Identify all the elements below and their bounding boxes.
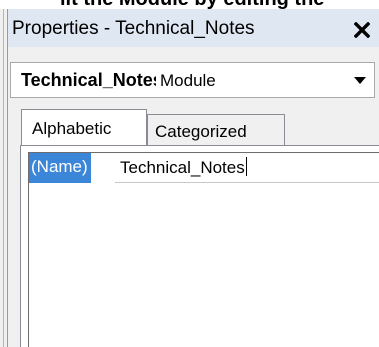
screenshot: lit the Module by editing the Properties… [0,0,379,347]
close-button[interactable] [350,18,374,42]
property-value-input[interactable]: Technical_Notes [115,153,379,183]
object-type: Module [160,71,216,90]
tab-categorized[interactable]: Categorized [147,114,285,145]
close-icon [354,22,370,38]
properties-window: Properties - Technical_Notes Technical_N… [8,9,379,347]
tab-alphabetic[interactable]: Alphabetic [21,109,147,145]
background-document-strip: lit the Module by editing the [0,0,379,9]
window-title: Properties - Technical_Notes [12,18,255,39]
text-caret [245,157,247,176]
title-bar[interactable]: Properties - Technical_Notes [8,9,379,47]
dropdown-arrow-icon[interactable] [354,77,366,84]
object-selector[interactable]: Technical_Notes Module [10,62,375,98]
tab-strip: Alphabetic Categorized [8,109,379,145]
window-left-edge [0,9,8,347]
property-name[interactable]: (Name) [29,153,91,183]
object-name: Technical_Notes [21,70,156,90]
property-list: (Name) Technical_Notes [28,152,379,347]
property-row[interactable]: (Name) Technical_Notes [29,153,379,183]
property-value-text: Technical_Notes [120,158,245,177]
property-grid: (Name) Technical_Notes [20,145,379,347]
